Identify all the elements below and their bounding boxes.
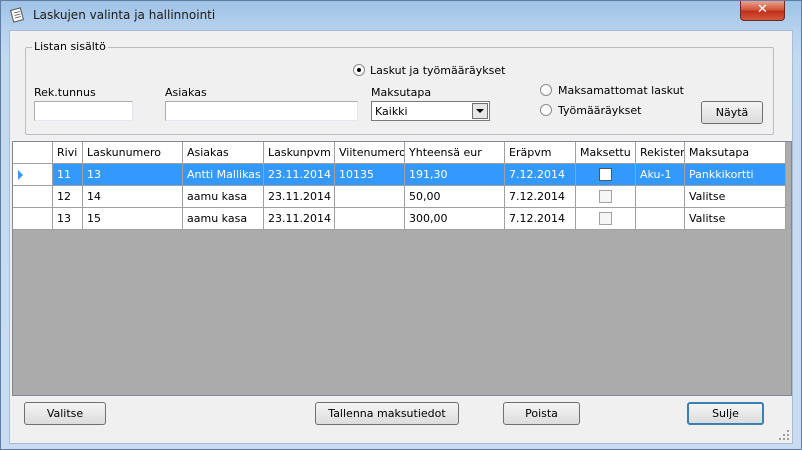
paid-checkbox[interactable]	[599, 212, 612, 225]
cell-rivi[interactable]: 11	[53, 164, 83, 186]
radio-unpaid-label[interactable]: Maksamattomat laskut	[558, 84, 684, 97]
title-bar[interactable]: Laskujen valinta ja hallinnointi ✕	[1, 1, 801, 29]
cell-asiakas[interactable]: aamu kasa	[183, 186, 264, 208]
col-laskunpvm[interactable]: Laskunpvm	[264, 142, 335, 164]
cell-laskunpvm[interactable]: 23.11.2014	[264, 186, 335, 208]
show-button[interactable]: Näytä	[701, 101, 763, 124]
row-header[interactable]	[13, 164, 53, 186]
cell-rekisteri[interactable]	[636, 186, 685, 208]
cell-maksutapa[interactable]: Pankkikortti	[685, 164, 786, 186]
cell-rivi[interactable]: 12	[53, 186, 83, 208]
cell-maksutapa[interactable]: Valitse	[685, 186, 786, 208]
close-icon: ✕	[757, 2, 768, 17]
rek-input[interactable]	[34, 101, 133, 121]
cell-laskunumero[interactable]: 13	[83, 164, 183, 186]
col-yhteensa[interactable]: Yhteensä eur	[405, 142, 505, 164]
cell-erapvm[interactable]: 7.12.2014	[505, 208, 576, 230]
window-title: Laskujen valinta ja hallinnointi	[33, 8, 216, 22]
group-legend: Listan sisältö	[32, 40, 108, 53]
radio-unpaid[interactable]	[540, 84, 552, 96]
select-button[interactable]: Valitse	[24, 402, 106, 425]
maksutapa-label: Maksutapa	[371, 86, 432, 99]
cell-erapvm[interactable]: 7.12.2014	[505, 186, 576, 208]
row-header[interactable]	[13, 208, 53, 230]
header-row: Rivi Laskunumero Asiakas Laskunpvm Viite…	[13, 142, 786, 164]
table-row[interactable]: 13 15 aamu kasa 23.11.2014 300,00 7.12.2…	[13, 208, 786, 230]
row-header[interactable]	[13, 186, 53, 208]
col-maksutapa[interactable]: Maksutapa	[685, 142, 786, 164]
cell-laskunpvm[interactable]: 23.11.2014	[264, 164, 335, 186]
cell-erapvm[interactable]: 7.12.2014	[505, 164, 576, 186]
cell-rekisteri[interactable]	[636, 208, 685, 230]
delete-button[interactable]: Poista	[503, 402, 580, 425]
cell-viitenumero[interactable]	[335, 186, 405, 208]
cell-rivi[interactable]: 13	[53, 208, 83, 230]
cell-maksutapa[interactable]: Valitse	[685, 208, 786, 230]
paid-checkbox[interactable]	[599, 168, 612, 181]
col-maksettu[interactable]: Maksettu	[576, 142, 636, 164]
chevron-down-icon[interactable]	[472, 103, 488, 119]
asiakas-input[interactable]	[165, 101, 358, 121]
maksutapa-select[interactable]: Kaikki	[371, 101, 490, 121]
col-rekisteri[interactable]: Rekisteri	[636, 142, 685, 164]
cell-yhteensa[interactable]: 300,00	[405, 208, 505, 230]
maksutapa-value: Kaikki	[375, 105, 408, 118]
rek-label: Rek.tunnus	[34, 86, 96, 99]
table-row[interactable]: 11 13 Antti Mallikas 23.11.2014 10135 19…	[13, 164, 786, 186]
cell-maksettu[interactable]	[576, 164, 636, 186]
asiakas-label: Asiakas	[165, 86, 207, 99]
col-viitenumero[interactable]: Viitenumero	[335, 142, 405, 164]
save-payment-button[interactable]: Tallenna maksutiedot	[315, 402, 459, 425]
app-window: Laskujen valinta ja hallinnointi ✕ Lista…	[0, 0, 802, 450]
cell-laskunumero[interactable]: 15	[83, 208, 183, 230]
radio-work[interactable]	[540, 104, 552, 116]
cell-viitenumero[interactable]: 10135	[335, 164, 405, 186]
col-asiakas[interactable]: Asiakas	[183, 142, 264, 164]
cell-yhteensa[interactable]: 191,30	[405, 164, 505, 186]
close-dialog-button[interactable]: Sulje	[687, 402, 764, 425]
row-pointer-icon	[18, 170, 23, 180]
cell-yhteensa[interactable]: 50,00	[405, 186, 505, 208]
cell-asiakas[interactable]: Antti Mallikas	[183, 164, 264, 186]
cell-asiakas[interactable]: aamu kasa	[183, 208, 264, 230]
list-content-group: Listan sisältö Rek.tunnus Asiakas Laskut…	[25, 40, 774, 135]
resize-grip-icon[interactable]	[778, 429, 790, 441]
client-area: Listan sisältö Rek.tunnus Asiakas Laskut…	[9, 30, 793, 444]
table-row[interactable]: 12 14 aamu kasa 23.11.2014 50,00 7.12.20…	[13, 186, 786, 208]
cell-laskunpvm[interactable]: 23.11.2014	[264, 208, 335, 230]
close-button[interactable]: ✕	[740, 1, 785, 21]
cell-laskunumero[interactable]: 14	[83, 186, 183, 208]
radio-work-label[interactable]: Työmääräykset	[558, 104, 641, 117]
cell-rekisteri[interactable]: Aku-1	[636, 164, 685, 186]
notepad-icon	[10, 7, 24, 23]
radio-all-label[interactable]: Laskut ja työmääräykset	[370, 64, 505, 77]
cell-viitenumero[interactable]	[335, 208, 405, 230]
invoice-grid[interactable]: Rivi Laskunumero Asiakas Laskunpvm Viite…	[12, 141, 792, 396]
cell-maksettu[interactable]	[576, 208, 636, 230]
col-erapvm[interactable]: Eräpvm	[505, 142, 576, 164]
cell-maksettu[interactable]	[576, 186, 636, 208]
row-header-corner	[13, 142, 53, 164]
radio-all[interactable]	[353, 64, 365, 76]
col-rivi[interactable]: Rivi	[53, 142, 83, 164]
col-laskunumero[interactable]: Laskunumero	[83, 142, 183, 164]
paid-checkbox[interactable]	[599, 190, 612, 203]
